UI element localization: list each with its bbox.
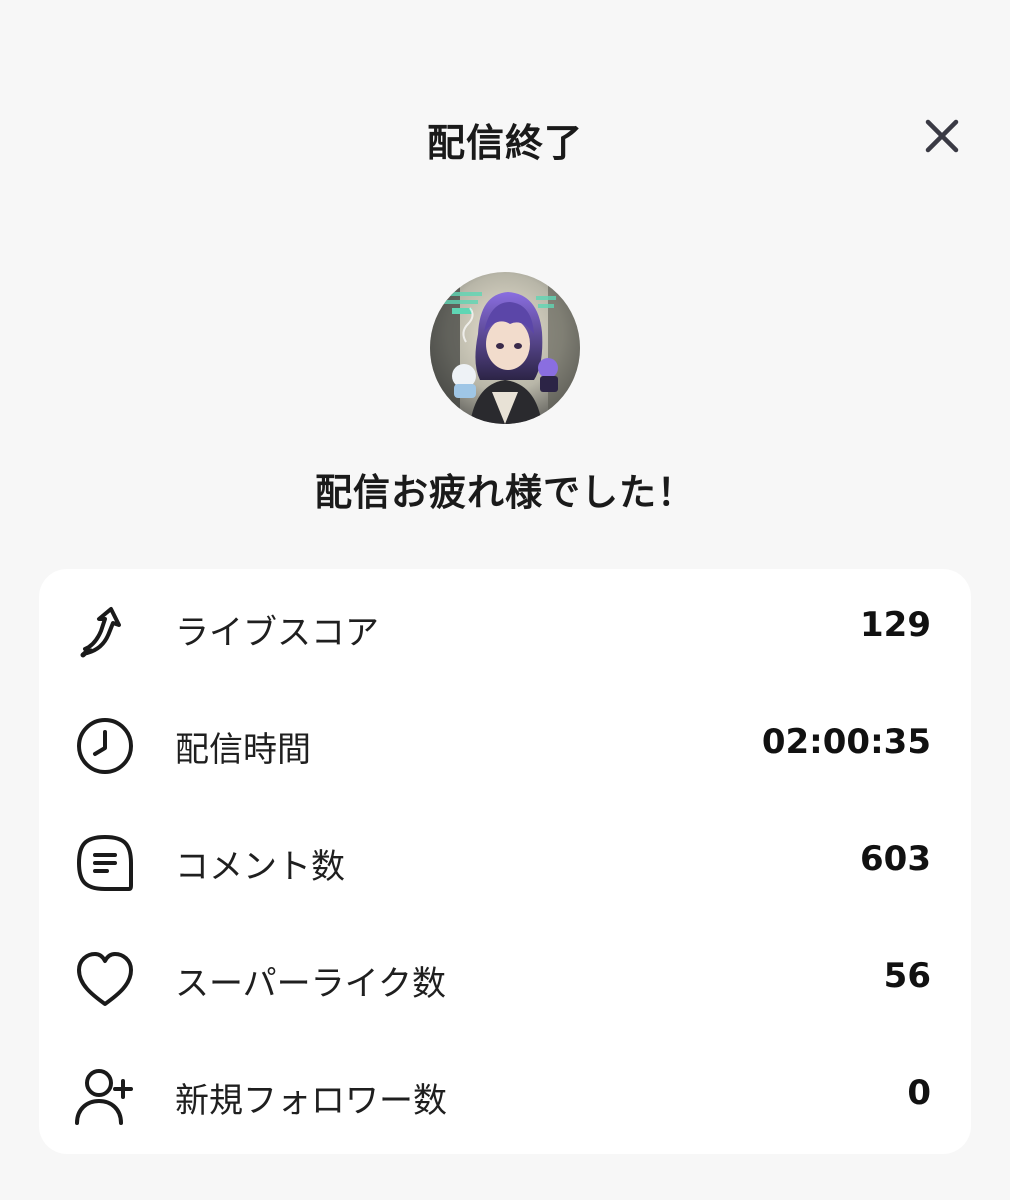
heart-icon — [73, 948, 137, 1012]
stat-value: 02:00:35 — [761, 722, 931, 762]
stats-card: ライブスコア 129 配信時間 02:00:35 コメント数 603 スーパーラ… — [39, 569, 971, 1154]
stat-label: ライブスコア — [175, 613, 379, 653]
page-title: 配信終了 — [426, 121, 583, 165]
header: 配信終了 — [0, 100, 1010, 170]
stat-value: 129 — [860, 605, 931, 645]
clock-icon — [73, 714, 137, 778]
stat-row-new-followers: 新規フォロワー数 0 — [39, 1037, 971, 1154]
live-score-arrow-icon — [73, 597, 137, 661]
stat-row-stream-time: 配信時間 02:00:35 — [39, 686, 971, 803]
stat-value: 603 — [860, 839, 931, 879]
stat-label: コメント数 — [175, 847, 345, 887]
stat-label: スーパーライク数 — [175, 964, 446, 1004]
avatar-image — [430, 272, 580, 424]
add-user-icon — [73, 1065, 137, 1129]
close-icon — [925, 119, 959, 153]
stat-value: 56 — [883, 956, 931, 996]
stat-value: 0 — [907, 1073, 931, 1113]
close-button[interactable] — [912, 106, 972, 166]
completion-message: 配信お疲れ様でした！ — [315, 471, 695, 514]
stat-label: 配信時間 — [175, 730, 311, 770]
comment-icon — [73, 831, 137, 895]
stat-row-comments: コメント数 603 — [39, 803, 971, 920]
stat-row-live-score: ライブスコア 129 — [39, 569, 971, 686]
avatar — [430, 272, 580, 424]
stat-label: 新規フォロワー数 — [175, 1081, 447, 1121]
stat-row-super-likes: スーパーライク数 56 — [39, 920, 971, 1037]
